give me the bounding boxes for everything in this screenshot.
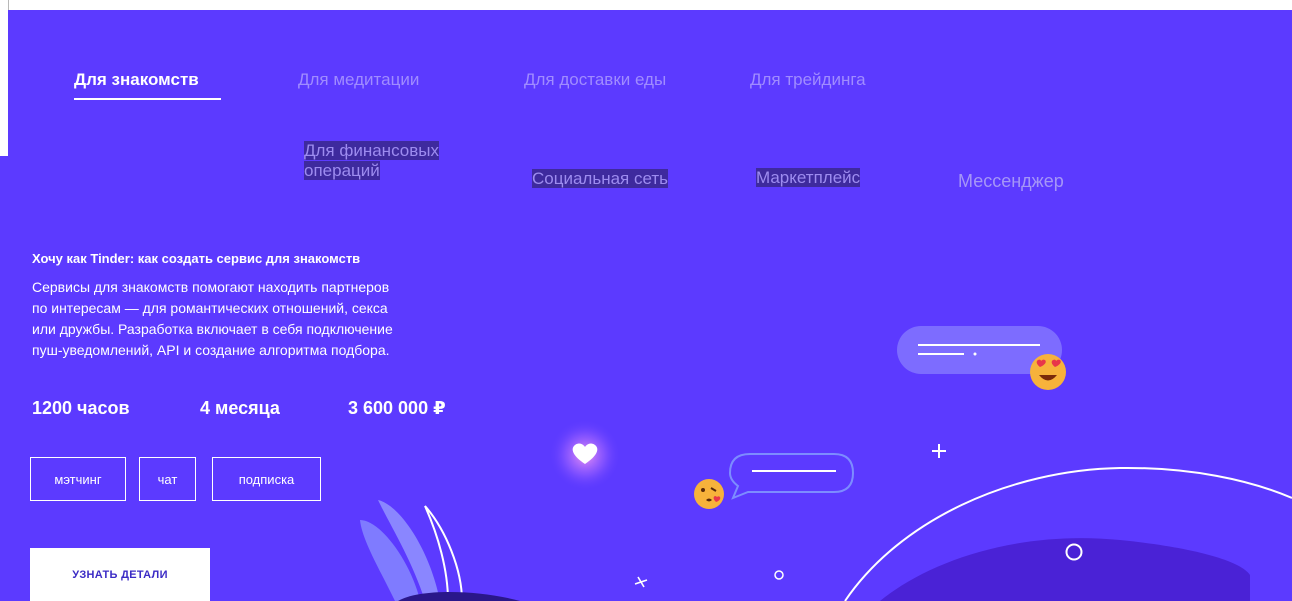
- tab-financial-operations-line2: операций: [304, 161, 380, 180]
- tab-food-delivery[interactable]: Для доставки еды: [524, 70, 666, 90]
- project-title: Хочу как Tinder: как создать сервис для …: [32, 251, 361, 266]
- page-top-strip: [0, 0, 1292, 10]
- tab-trading[interactable]: Для трейдинга: [750, 70, 866, 90]
- tag-subscription[interactable]: подписка: [212, 457, 321, 501]
- description-line: пуш-уведомлений, API и создание алгоритм…: [32, 342, 390, 358]
- tab-social-network[interactable]: Социальная сеть: [532, 169, 668, 189]
- tag-chat[interactable]: чат: [139, 457, 196, 501]
- description-line: по интересам — для романтических отношен…: [32, 300, 388, 316]
- stat-duration: 4 месяца: [200, 398, 280, 418]
- learn-more-button[interactable]: УЗНАТЬ ДЕТАЛИ: [30, 548, 210, 601]
- tab-messenger[interactable]: Мессенджер: [958, 171, 1064, 192]
- hero-left-cover: [0, 156, 10, 601]
- tab-marketplace[interactable]: Маркетплейс: [756, 168, 861, 188]
- tab-financial-operations[interactable]: Для финансовых операций: [304, 141, 439, 181]
- tab-dating[interactable]: Для знакомств: [74, 70, 199, 90]
- stat-price: 3 600 000 ₽: [348, 398, 446, 418]
- active-tab-underline: [74, 98, 221, 100]
- tab-meditation[interactable]: Для медитации: [298, 70, 419, 90]
- tab-social-network-label: Социальная сеть: [532, 169, 668, 188]
- stat-hours: 1200 часов: [32, 398, 130, 418]
- tag-matching[interactable]: мэтчинг: [30, 457, 126, 501]
- description-line: Сервисы для знакомств помогают находить …: [32, 279, 390, 295]
- project-description: Сервисы для знакомств помогают находить …: [32, 277, 502, 361]
- tab-marketplace-label: Маркетплейс: [756, 168, 861, 187]
- description-line: или дружбы. Разработка включает в себя п…: [32, 321, 393, 337]
- tab-financial-operations-line1: Для финансовых: [304, 141, 439, 160]
